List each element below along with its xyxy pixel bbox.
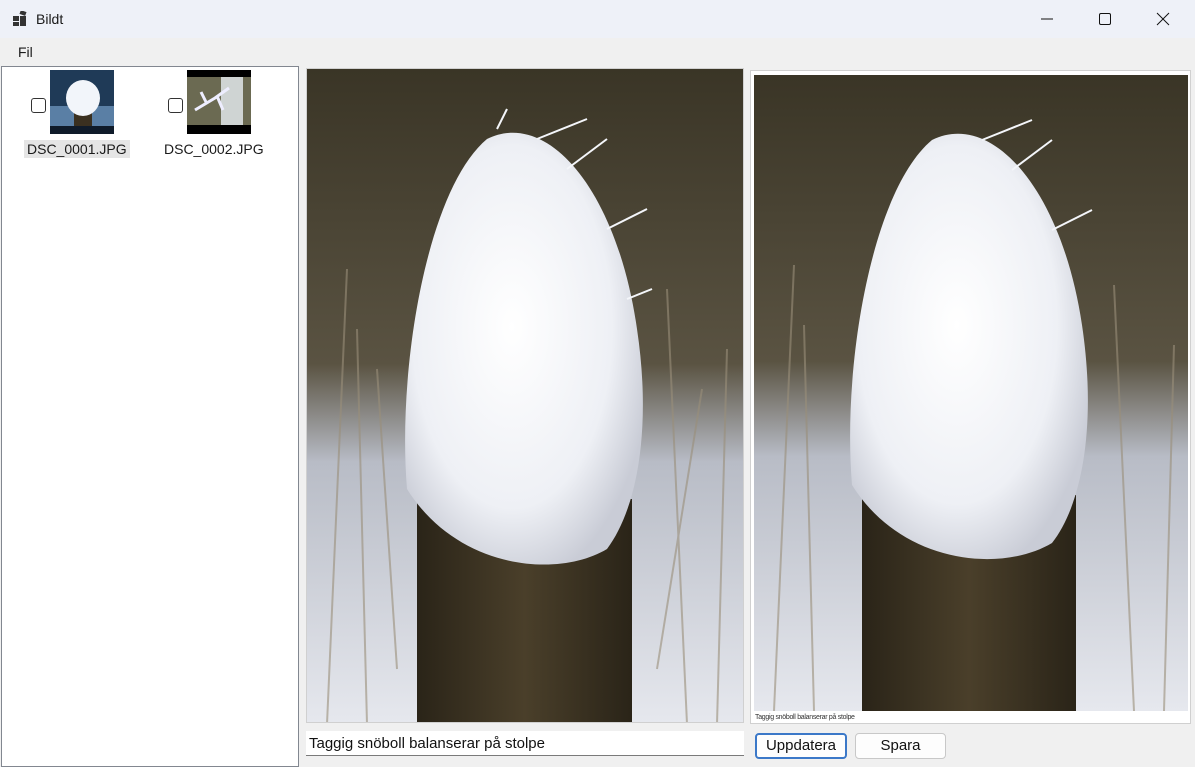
list-item-label: DSC_0002.JPG — [164, 141, 264, 157]
output-preview: Taggig snöboll balanserar på stolpe — [750, 70, 1191, 724]
title-bar: Bildt — [0, 0, 1195, 38]
list-item-checkbox[interactable] — [168, 98, 183, 113]
thumbnail-frosted-branch — [187, 70, 251, 134]
save-button[interactable]: Spara — [855, 733, 946, 759]
app-window-icon — [12, 10, 28, 27]
menu-file[interactable]: Fil — [10, 42, 41, 62]
update-button[interactable]: Uppdatera — [755, 733, 847, 759]
close-icon — [1156, 12, 1170, 26]
list-item-label: DSC_0001.JPG — [24, 140, 130, 158]
maximize-icon — [1099, 13, 1111, 25]
original-image — [306, 68, 744, 723]
list-item-checkbox[interactable] — [31, 98, 46, 113]
thumbnail-snowball — [50, 70, 114, 134]
list-item[interactable]: DSC_0002.JPG — [159, 70, 289, 160]
output-image — [754, 75, 1188, 711]
maximize-button[interactable] — [1076, 0, 1134, 38]
caption-overlay: Taggig snöboll balanserar på stolpe — [755, 714, 855, 721]
menu-bar: Fil — [0, 38, 1195, 66]
close-button[interactable] — [1134, 0, 1192, 38]
image-list[interactable]: DSC_0001.JPG DSC_0002.JPG — [1, 66, 299, 767]
list-item[interactable]: DSC_0001.JPG — [22, 70, 152, 160]
minimize-icon — [1041, 18, 1053, 20]
window-title: Bildt — [36, 11, 64, 27]
minimize-button[interactable] — [1018, 0, 1076, 38]
caption-input[interactable] — [306, 731, 744, 756]
